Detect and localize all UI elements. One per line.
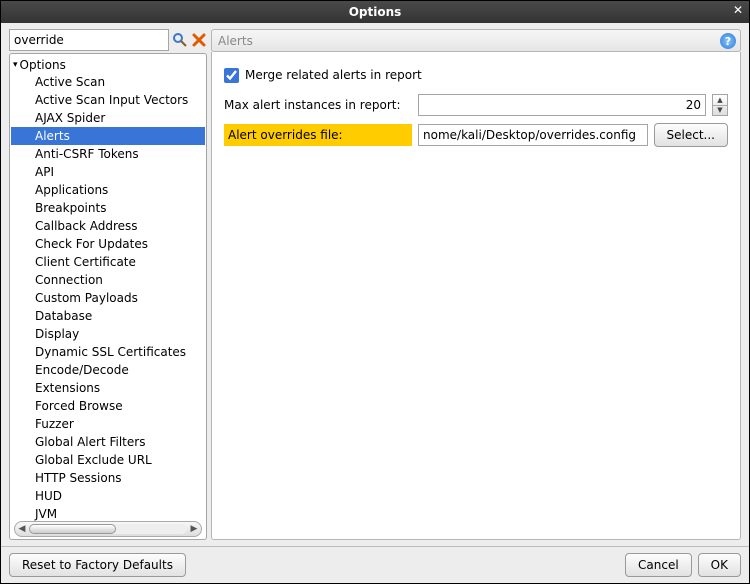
tree-item[interactable]: Active Scan xyxy=(11,73,205,91)
search-input[interactable] xyxy=(9,29,169,51)
scrollbar-thumb[interactable] xyxy=(29,524,116,534)
tree-item[interactable]: Custom Payloads xyxy=(11,289,205,307)
tree-item[interactable]: Encode/Decode xyxy=(11,361,205,379)
tree-item[interactable]: HTTP Sessions xyxy=(11,469,205,487)
title-bar: Options ✕ xyxy=(1,1,749,23)
expand-icon[interactable]: ▾ xyxy=(13,60,18,70)
close-icon[interactable]: ✕ xyxy=(733,3,743,17)
scroll-right-icon[interactable]: ▶ xyxy=(187,524,201,534)
scroll-left-icon[interactable]: ◀ xyxy=(15,524,29,534)
spinner-up-icon[interactable]: ▲ xyxy=(713,95,727,106)
tree-item[interactable]: Fuzzer xyxy=(11,415,205,433)
select-file-button[interactable]: Select... xyxy=(654,123,728,147)
max-instances-spinner[interactable]: ▲ ▼ xyxy=(712,94,728,116)
ok-button[interactable]: OK xyxy=(698,553,741,577)
clear-search-icon[interactable] xyxy=(190,31,207,49)
tree-item[interactable]: HUD xyxy=(11,487,205,505)
panel-title: Alerts xyxy=(218,34,253,48)
tree-item[interactable]: API xyxy=(11,163,205,181)
spinner-down-icon[interactable]: ▼ xyxy=(713,106,727,116)
tree-item[interactable]: Forced Browse xyxy=(11,397,205,415)
options-tree[interactable]: ▾ Options Active ScanActive Scan Input V… xyxy=(11,55,205,525)
tree-item[interactable]: Display xyxy=(11,325,205,343)
tree-item[interactable]: Dynamic SSL Certificates xyxy=(11,343,205,361)
tree-item[interactable]: Extensions xyxy=(11,379,205,397)
right-column: Alerts ? Merge related alerts in report … xyxy=(211,29,741,540)
max-instances-input[interactable] xyxy=(418,94,706,116)
options-dialog: Options ✕ xyxy=(0,0,750,584)
tree-item[interactable]: AJAX Spider xyxy=(11,109,205,127)
panel-title-bar: Alerts ? xyxy=(211,29,741,52)
merge-alerts-checkbox[interactable] xyxy=(224,68,239,83)
overrides-file-input[interactable] xyxy=(418,124,648,146)
tree-item[interactable]: Database xyxy=(11,307,205,325)
help-icon[interactable]: ? xyxy=(720,33,736,49)
overrides-file-label: Alert overrides file: xyxy=(224,124,412,146)
tree-item[interactable]: Active Scan Input Vectors xyxy=(11,91,205,109)
left-column: ▾ Options Active ScanActive Scan Input V… xyxy=(9,29,207,540)
tree-item[interactable]: Alerts xyxy=(11,127,205,145)
dialog-footer: Reset to Factory Defaults Cancel OK xyxy=(1,546,749,583)
tree-item[interactable]: Connection xyxy=(11,271,205,289)
tree-item[interactable]: Global Alert Filters xyxy=(11,433,205,451)
tree-item[interactable]: Applications xyxy=(11,181,205,199)
alerts-panel: Alerts ? Merge related alerts in report … xyxy=(211,29,741,540)
tree-item[interactable]: Check For Updates xyxy=(11,235,205,253)
tree-root[interactable]: ▾ Options xyxy=(11,57,205,73)
cancel-button[interactable]: Cancel xyxy=(625,553,692,577)
horizontal-scrollbar[interactable]: ◀ ▶ xyxy=(14,521,202,537)
window-title: Options xyxy=(349,5,402,19)
tree-item[interactable]: Client Certificate xyxy=(11,253,205,271)
tree-item[interactable]: Callback Address xyxy=(11,217,205,235)
search-icon[interactable] xyxy=(171,31,188,49)
merge-alerts-label: Merge related alerts in report xyxy=(245,68,422,82)
max-instances-label: Max alert instances in report: xyxy=(224,98,412,112)
tree-item[interactable]: Global Exclude URL xyxy=(11,451,205,469)
reset-defaults-button[interactable]: Reset to Factory Defaults xyxy=(9,553,186,577)
tree-item[interactable]: Anti-CSRF Tokens xyxy=(11,145,205,163)
dialog-body: ▾ Options Active ScanActive Scan Input V… xyxy=(1,23,749,546)
tree-root-label: Options xyxy=(20,58,66,72)
tree-item[interactable]: Breakpoints xyxy=(11,199,205,217)
